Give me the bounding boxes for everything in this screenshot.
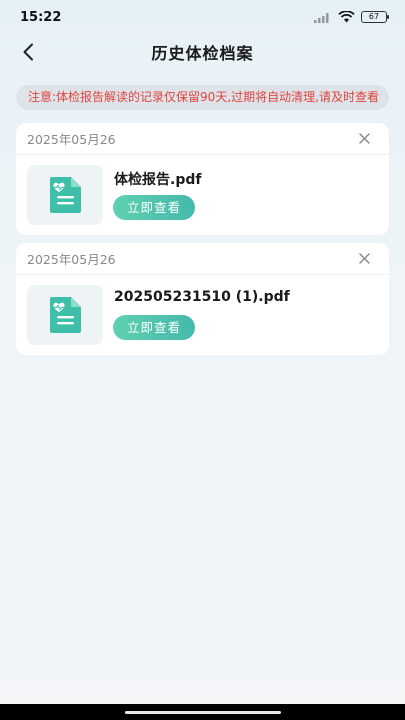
record-card: 2025年05月26 202505231510 (1).pdf 立即查看 bbox=[16, 243, 389, 355]
page-title: 历史体检档案 bbox=[151, 44, 254, 63]
status-bar: 15:22 67 bbox=[0, 0, 405, 34]
home-bar[interactable] bbox=[124, 710, 281, 714]
wifi-icon bbox=[338, 11, 355, 23]
file-name: 202505231510 (1).pdf bbox=[114, 289, 290, 305]
close-icon bbox=[358, 133, 370, 144]
record-card-body: 202505231510 (1).pdf 立即查看 bbox=[16, 275, 389, 355]
delete-record-button[interactable] bbox=[355, 130, 373, 148]
record-date: 2025年05月26 bbox=[27, 252, 116, 267]
notice-banner: 注意:体检报告解读的记录仅保留90天,过期将自动清理,请及时查看 bbox=[16, 85, 389, 110]
record-date: 2025年05月26 bbox=[27, 132, 116, 147]
battery-icon: 67 bbox=[361, 11, 389, 23]
file-thumbnail bbox=[27, 165, 103, 225]
signal-icon bbox=[314, 13, 329, 23]
medical-report-icon bbox=[50, 177, 81, 213]
medical-report-icon bbox=[50, 297, 81, 333]
delete-record-button[interactable] bbox=[355, 250, 373, 268]
record-card-body: 体检报告.pdf 立即查看 bbox=[16, 155, 389, 235]
file-thumbnail bbox=[27, 285, 103, 345]
record-card-header: 2025年05月26 bbox=[16, 123, 389, 155]
close-icon bbox=[358, 253, 370, 264]
nav-bar: 历史体检档案 bbox=[0, 34, 405, 70]
view-now-button[interactable]: 立即查看 bbox=[113, 195, 195, 220]
back-button[interactable] bbox=[14, 38, 42, 66]
record-card-header: 2025年05月26 bbox=[16, 243, 389, 275]
file-name: 体检报告.pdf bbox=[114, 172, 202, 188]
home-indicator bbox=[0, 704, 405, 720]
record-card: 2025年05月26 体检报告.pdf 立即查看 bbox=[16, 123, 389, 235]
chevron-left-icon bbox=[23, 43, 33, 61]
status-time: 15:22 bbox=[20, 9, 62, 25]
view-now-button[interactable]: 立即查看 bbox=[113, 315, 195, 340]
status-icons: 67 bbox=[314, 11, 389, 23]
